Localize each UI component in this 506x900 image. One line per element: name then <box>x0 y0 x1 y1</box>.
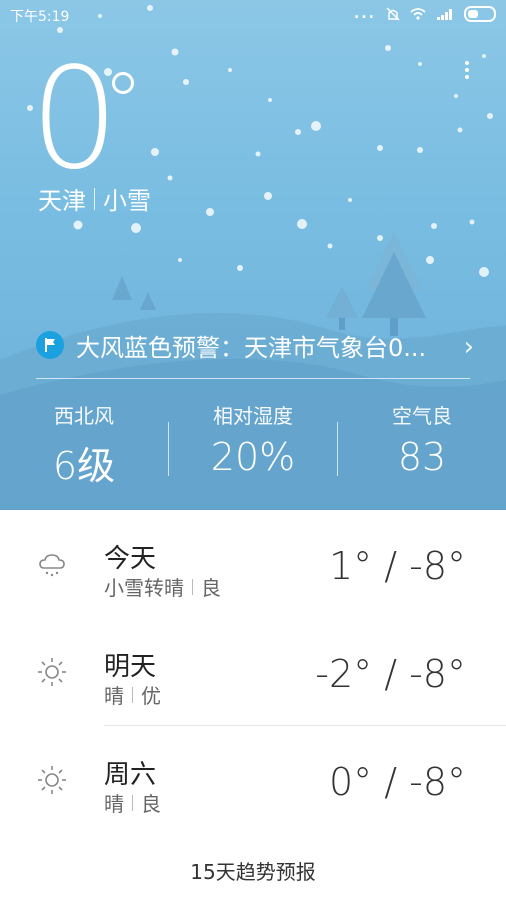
forecast-condition: 晴 <box>104 684 124 708</box>
forecast-air-quality: 良 <box>141 792 161 816</box>
metric-value: 20% <box>210 435 296 479</box>
forecast-temp-range: -2° / -8° <box>315 652 466 696</box>
location-row[interactable]: 天津 小雪 <box>38 181 151 216</box>
summary-separator <box>132 794 133 811</box>
mute-icon <box>386 7 400 21</box>
forecast-summary: 晴 良 <box>104 788 161 817</box>
forecast-temp-range: 1° / -8° <box>328 544 466 588</box>
current-temperature: 0 <box>30 38 119 201</box>
sun-icon <box>38 658 66 686</box>
signal-icon <box>437 9 452 20</box>
status-time: 下午5:19 <box>10 9 70 25</box>
city-name: 天津 <box>38 187 86 215</box>
forecast-row-today[interactable]: 今天 小雪转晴 良 1° / -8° <box>0 510 506 618</box>
chevron-right-icon: › <box>463 332 474 362</box>
alert-divider <box>36 378 470 379</box>
forecast-air-quality: 良 <box>201 576 221 600</box>
forecast-summary: 晴 优 <box>104 680 161 709</box>
metric-label: 空气良 <box>392 404 452 428</box>
summary-separator <box>192 578 193 595</box>
cloud-snow-icon <box>39 554 65 577</box>
more-icon: ... <box>354 6 376 22</box>
metric-value: 6级 <box>52 444 116 488</box>
forecast-row-saturday[interactable]: 周六 晴 良 0° / -8° <box>0 726 506 834</box>
metric-air-quality[interactable]: 空气良 83 <box>338 400 506 479</box>
alert-text: 大风蓝色预警：天津市气象台0... <box>76 333 427 362</box>
forecast-day: 周六 <box>104 760 157 790</box>
metric-humidity[interactable]: 相对湿度 20% <box>169 400 337 479</box>
forecast-temp-range: 0° / -8° <box>328 760 466 804</box>
weather-condition: 小雪 <box>103 187 151 215</box>
trend-forecast-link[interactable]: 15天趋势预报 <box>0 856 506 885</box>
metric-value: 83 <box>397 435 447 479</box>
metric-label: 相对湿度 <box>213 404 293 428</box>
status-icons: ... <box>354 6 496 22</box>
forecast-row-tomorrow[interactable]: 明天 晴 优 -2° / -8° <box>0 618 506 726</box>
forecast-condition: 小雪转晴 <box>104 576 184 600</box>
forecast-summary: 小雪转晴 良 <box>104 572 221 601</box>
degree-symbol <box>112 72 134 94</box>
metric-label: 西北风 <box>54 404 114 428</box>
weather-app: 下午5:19 ... 0 天津 小雪 大风蓝色预警：天津市气象台0... › 西… <box>0 0 506 900</box>
forecast-day: 明天 <box>104 652 157 682</box>
metric-wind[interactable]: 西北风 6级 <box>0 400 168 490</box>
battery-icon <box>464 6 496 22</box>
weather-hero: 下午5:19 ... 0 天津 小雪 大风蓝色预警：天津市气象台0... › 西… <box>0 0 506 510</box>
wifi-icon <box>410 8 426 20</box>
forecast-air-quality: 优 <box>141 684 161 708</box>
more-menu-icon[interactable] <box>464 58 470 84</box>
forecast-day: 今天 <box>104 544 157 574</box>
status-bar: 下午5:19 ... <box>0 0 506 30</box>
metrics-row: 西北风 6级 相对湿度 20% 空气良 83 <box>0 400 506 500</box>
summary-separator <box>132 686 133 703</box>
sun-icon <box>38 766 66 794</box>
warning-flag-icon <box>36 331 64 359</box>
location-separator <box>94 187 95 210</box>
forecast-list: 今天 小雪转晴 良 1° / -8° 明天 晴 优 -2° / -8° 周六 晴… <box>0 510 506 900</box>
forecast-condition: 晴 <box>104 792 124 816</box>
weather-alert[interactable]: 大风蓝色预警：天津市气象台0... › <box>36 326 474 364</box>
